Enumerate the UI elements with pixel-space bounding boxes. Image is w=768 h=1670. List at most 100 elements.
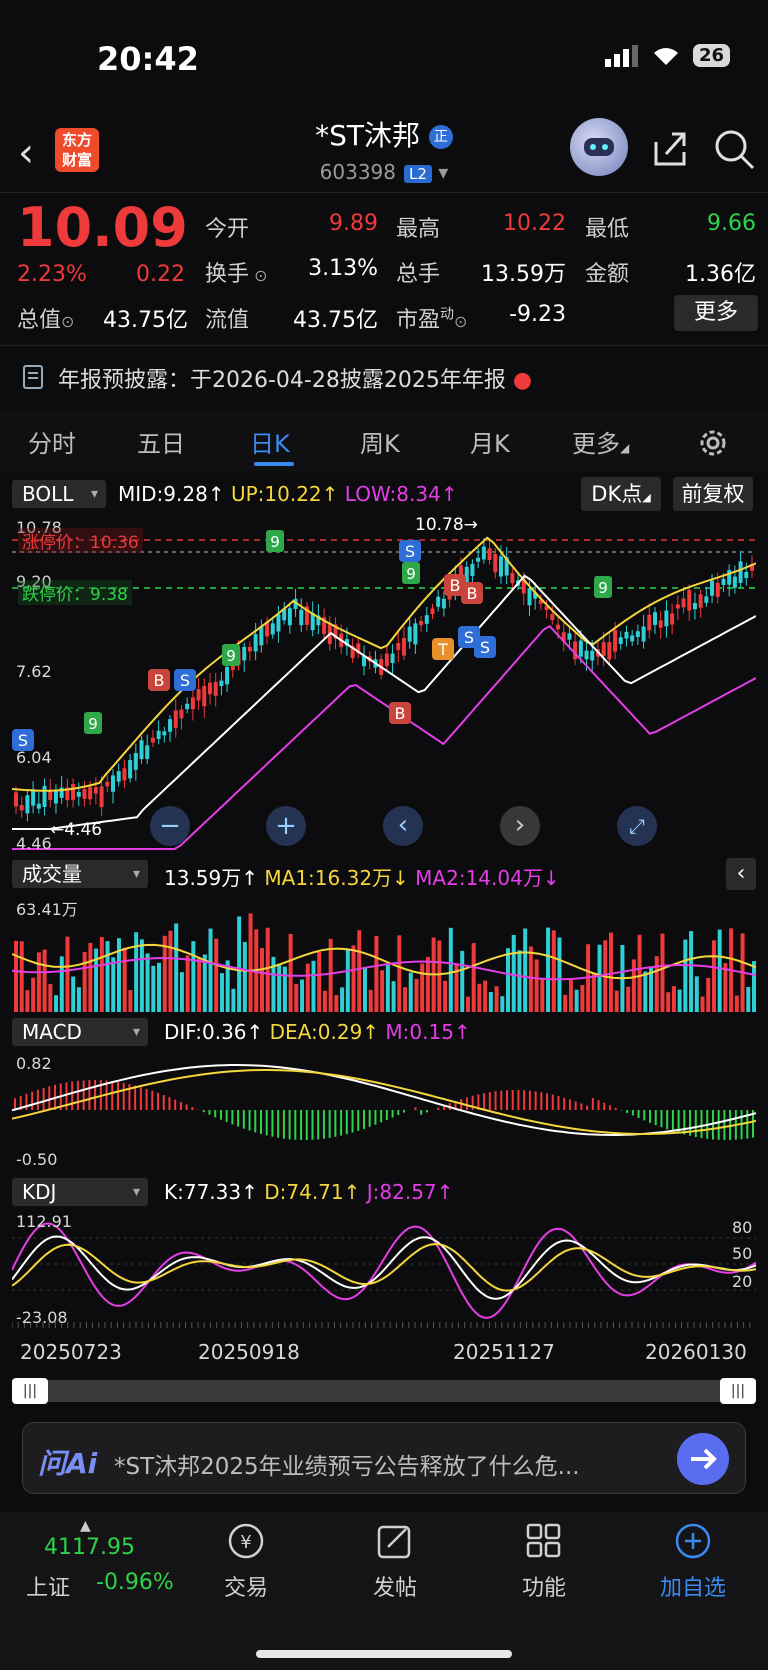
volume-bar xyxy=(174,923,179,1012)
scroll-left-button[interactable]: ‹ xyxy=(383,806,423,846)
volume-bar xyxy=(191,941,196,1012)
quote-value-pe: -9.23 xyxy=(509,302,566,327)
candle-body xyxy=(664,610,669,627)
indicator-select-boll[interactable]: BOLL xyxy=(12,480,106,508)
macd-histogram-bar xyxy=(397,1110,400,1116)
settings-gear-icon[interactable] xyxy=(696,426,730,460)
tab-weekly-k[interactable]: 周K xyxy=(360,424,400,459)
volume-bar xyxy=(362,966,367,1012)
volume-bar xyxy=(420,963,425,1012)
index-name[interactable]: 上证 xyxy=(26,1570,70,1602)
tab-five-day[interactable]: 五日 xyxy=(137,424,185,459)
macd-histogram-bar xyxy=(248,1110,251,1131)
kdj-chart[interactable] xyxy=(12,1212,756,1328)
nine-turn-label: 9 xyxy=(226,647,236,665)
candle-body xyxy=(613,629,618,652)
date-label-2: 20250918 xyxy=(198,1340,300,1364)
macd-histogram-bar xyxy=(242,1110,245,1129)
tab-daily-k[interactable]: 日K xyxy=(250,424,290,459)
volume-bar xyxy=(711,940,716,1012)
price-axis-3: 7.62 xyxy=(16,662,52,681)
nav-trade[interactable]: 交易 xyxy=(196,1570,296,1602)
indicator-select-kdj[interactable]: KDJ xyxy=(12,1178,148,1206)
range-handle-left[interactable]: ||| xyxy=(12,1378,48,1404)
quote-label-turnover: 换手 ⊙ xyxy=(205,262,268,287)
tab-monthly-k[interactable]: 月K xyxy=(470,424,510,459)
macd-histogram-bar xyxy=(643,1110,646,1121)
range-scrollbar[interactable] xyxy=(12,1380,756,1402)
candle-body xyxy=(658,620,663,628)
trade-signal-label: T xyxy=(437,640,448,659)
boll-mid: MID:9.28 xyxy=(118,482,208,506)
volume-bar xyxy=(437,940,442,1012)
index-change[interactable]: -0.96% xyxy=(96,1570,174,1595)
volume-bar xyxy=(145,953,150,1012)
volume-bar xyxy=(608,932,613,1012)
fullscreen-button[interactable]: ⤢ xyxy=(617,806,657,846)
zoom-in-button[interactable]: + xyxy=(266,806,306,846)
tab-intraday[interactable]: 分时 xyxy=(28,424,76,459)
volume-chart[interactable] xyxy=(12,894,756,1014)
macd-histogram-bar xyxy=(380,1110,383,1123)
functions-grid-icon[interactable] xyxy=(494,1522,594,1564)
adjust-button[interactable]: 前复权 xyxy=(673,477,753,511)
candle-body xyxy=(744,572,749,579)
volume-bar xyxy=(82,952,87,1012)
volume-bar xyxy=(76,987,81,1012)
candle-body xyxy=(150,737,155,743)
candle-body xyxy=(424,615,429,624)
range-handle-right[interactable]: ||| xyxy=(720,1378,756,1404)
add-watchlist-icon[interactable] xyxy=(643,1522,743,1564)
nav-add-watchlist[interactable]: 加自选 xyxy=(643,1570,743,1602)
report-notice[interactable]: 年报预披露：于2026-04-28披露2025年年报 ● xyxy=(58,362,532,394)
info-icon[interactable]: ⊙ xyxy=(454,312,467,331)
boll-low: LOW:8.34 xyxy=(344,482,441,506)
macd-histogram-bar xyxy=(231,1110,234,1125)
zoom-out-button[interactable]: − xyxy=(150,806,190,846)
volume-bar xyxy=(48,984,53,1012)
candle-body xyxy=(270,623,275,635)
candle-body xyxy=(185,703,190,710)
scroll-right-button[interactable]: › xyxy=(500,806,540,846)
volume-bar xyxy=(551,930,556,1012)
search-icon[interactable] xyxy=(713,128,757,172)
ai-question-text[interactable]: *ST沐邦2025年业绩预亏公告释放了什么危... xyxy=(114,1447,580,1481)
ai-robot-avatar[interactable] xyxy=(570,118,628,176)
candle-body xyxy=(413,623,418,645)
candle-body xyxy=(145,745,150,759)
volume-bar xyxy=(597,944,602,1012)
candle-body xyxy=(527,588,532,606)
indicator-select-macd[interactable]: MACD xyxy=(12,1018,148,1046)
low-marker: ←4.46 xyxy=(50,820,103,840)
tab-more[interactable]: 更多◢ xyxy=(572,424,629,459)
collapse-panel-button[interactable]: ‹ xyxy=(726,858,756,890)
volume-bar xyxy=(88,942,93,1012)
post-icon[interactable] xyxy=(345,1522,445,1564)
boll-mid-line xyxy=(12,574,756,830)
trade-signal-label: S xyxy=(180,671,190,690)
dk-point-button[interactable]: DK点◢ xyxy=(581,477,661,511)
candlestick-chart[interactable]: B SSBSBTSSB99999 xyxy=(12,514,756,854)
macd-histogram-bar xyxy=(288,1110,291,1140)
volume-bar xyxy=(563,994,568,1012)
volume-bar xyxy=(311,960,316,1012)
candle-body xyxy=(687,589,692,611)
indicator-select-volume[interactable]: 成交量 xyxy=(12,860,148,888)
nav-post[interactable]: 发帖 xyxy=(345,1570,445,1602)
nav-functions[interactable]: 功能 xyxy=(494,1570,594,1602)
more-button[interactable]: 更多 xyxy=(674,295,758,331)
volume-bar xyxy=(65,936,70,1012)
index-value[interactable]: 4117.95 xyxy=(44,1535,135,1560)
macd-histogram-bar xyxy=(666,1110,669,1130)
info-icon[interactable]: ⊙ xyxy=(61,312,74,331)
boll-values: MID:9.28↑ UP:10.22↑ LOW:8.34↑ xyxy=(118,482,458,506)
ai-send-button[interactable] xyxy=(677,1433,729,1485)
info-icon[interactable]: ⊙ xyxy=(249,266,267,285)
volume-bar xyxy=(734,995,739,1012)
caret-up-icon: ▲ xyxy=(80,1518,91,1534)
candle-body xyxy=(618,637,623,644)
candle-body xyxy=(738,561,743,583)
share-icon[interactable] xyxy=(650,128,690,168)
macd-chart[interactable] xyxy=(12,1052,756,1170)
trade-icon[interactable]: ¥ xyxy=(196,1522,296,1564)
